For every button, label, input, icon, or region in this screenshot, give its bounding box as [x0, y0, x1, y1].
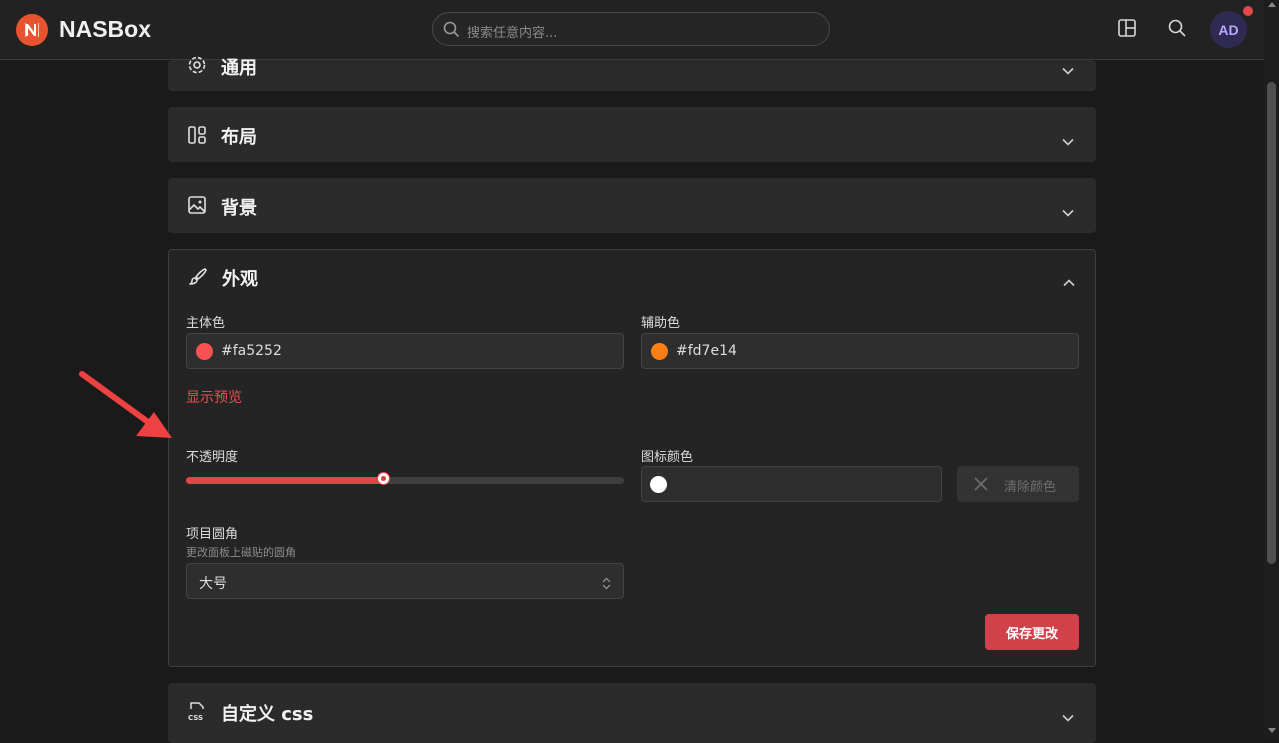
opacity-slider-fill — [186, 477, 383, 484]
icon-color-label: 图标颜色 — [641, 450, 694, 465]
radius-select-value: 大号 — [199, 576, 227, 592]
brand-name[interactable]: NASBox — [59, 16, 151, 43]
search-input[interactable]: 搜索任意内容... — [432, 12, 830, 46]
section-custom-css[interactable]: CSS 自定义 css — [168, 683, 1096, 743]
icon-color-swatch[interactable] — [650, 476, 667, 493]
section-appearance: 外观 主体色 #fa5252 辅助色 #fd7e14 显示预览 不透明度 图标颜… — [168, 249, 1096, 667]
chevron-down-icon[interactable] — [1062, 707, 1074, 726]
save-button[interactable]: 保存更改 — [985, 614, 1079, 650]
section-background[interactable]: 背景 — [168, 178, 1096, 233]
brand-logo-icon[interactable] — [16, 14, 48, 46]
secondary-color-value: #fd7e14 — [676, 343, 737, 359]
search-icon — [443, 21, 460, 42]
opacity-slider[interactable] — [186, 472, 624, 485]
image-icon — [187, 195, 207, 219]
radius-hint: 更改面板上磁贴的圆角 — [186, 546, 296, 559]
chevron-down-icon[interactable] — [1062, 131, 1074, 150]
selector-icon — [602, 575, 611, 594]
chevron-down-icon[interactable] — [1062, 202, 1074, 221]
clear-color-button[interactable]: 清除颜色 — [957, 466, 1079, 502]
layout-toggle-icon[interactable] — [1117, 18, 1137, 42]
secondary-color-label: 辅助色 — [641, 316, 681, 331]
primary-color-field[interactable]: #fa5252 — [186, 333, 624, 369]
radius-select[interactable]: 大号 — [186, 563, 624, 599]
section-title-general: 通用 — [221, 58, 257, 79]
primary-color-value: #fa5252 — [221, 343, 282, 359]
search-placeholder: 搜索任意内容... — [467, 26, 558, 41]
section-layout[interactable]: 布局 — [168, 107, 1096, 162]
css-file-icon: CSS — [187, 700, 207, 726]
chevron-down-icon[interactable] — [1062, 60, 1074, 79]
notification-dot — [1243, 6, 1253, 16]
opacity-label: 不透明度 — [186, 450, 239, 465]
primary-color-swatch[interactable] — [196, 343, 213, 360]
svg-text:CSS: CSS — [188, 714, 203, 722]
top-header: NASBox 搜索任意内容... AD — [0, 0, 1264, 60]
brush-icon — [188, 267, 208, 291]
primary-color-label: 主体色 — [186, 316, 226, 331]
avatar[interactable]: AD — [1210, 11, 1247, 48]
chevron-up-icon[interactable] — [1063, 272, 1075, 291]
section-title-custom-css: 自定义 css — [221, 704, 314, 725]
secondary-color-swatch[interactable] — [651, 343, 668, 360]
icon-color-field[interactable] — [641, 466, 942, 502]
close-icon — [974, 477, 988, 495]
secondary-color-field[interactable]: #fd7e14 — [641, 333, 1079, 369]
page-scrollbar[interactable] — [1264, 0, 1279, 737]
scroll-up-arrow[interactable] — [1268, 2, 1276, 7]
radius-label: 项目圆角 — [186, 527, 239, 542]
scroll-down-arrow[interactable] — [1268, 728, 1276, 733]
layout-icon — [187, 125, 207, 149]
section-title-layout: 布局 — [221, 127, 257, 148]
opacity-slider-thumb[interactable] — [377, 472, 390, 485]
clear-color-label: 清除颜色 — [1004, 480, 1057, 495]
section-title-background: 背景 — [221, 198, 257, 219]
section-title-appearance: 外观 — [222, 269, 258, 290]
search-button-icon[interactable] — [1167, 18, 1187, 42]
gear-icon — [187, 55, 207, 79]
section-general[interactable]: 通用 — [168, 56, 1096, 91]
show-preview-link[interactable]: 显示预览 — [186, 387, 242, 407]
scrollbar-thumb[interactable] — [1267, 82, 1276, 564]
annotation-arrow — [76, 368, 176, 444]
